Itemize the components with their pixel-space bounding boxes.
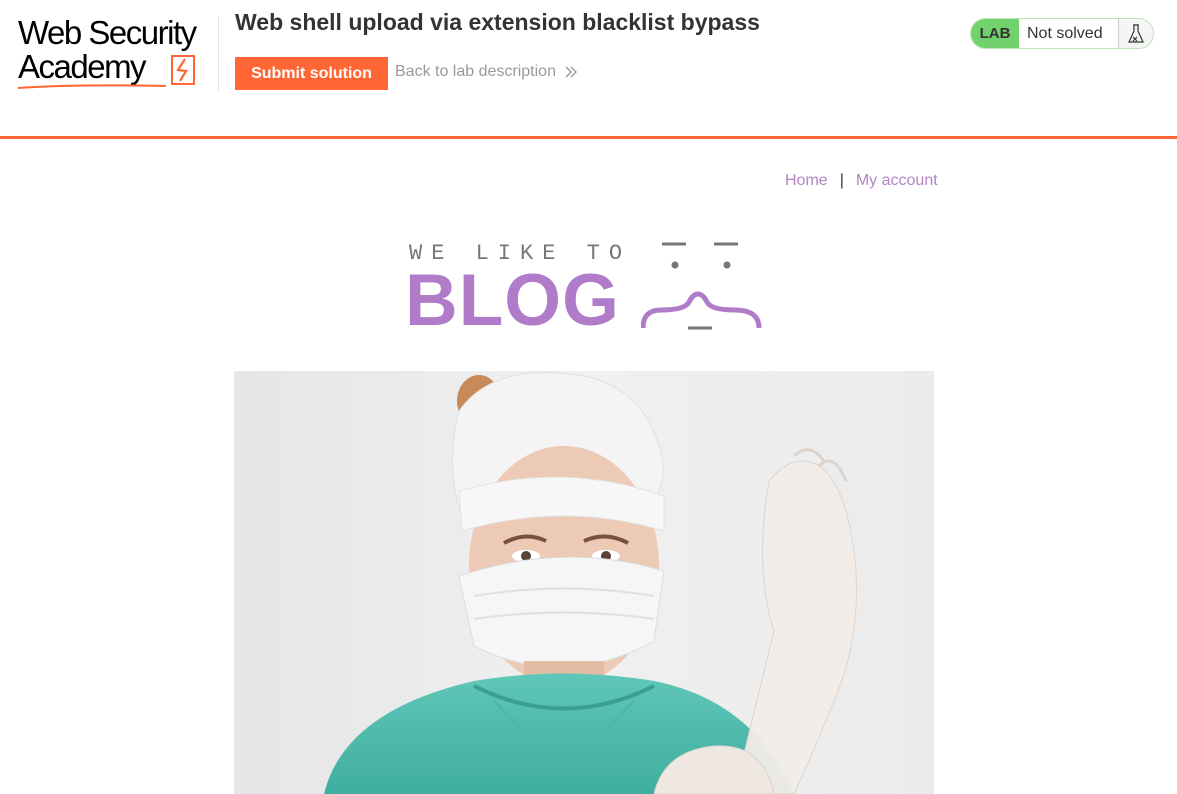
lab-status-text: Not solved bbox=[1027, 24, 1103, 42]
back-link-label: Back to lab description bbox=[395, 63, 556, 80]
surgeon-photo bbox=[234, 371, 934, 794]
lab-status-widget: LAB Not solved bbox=[970, 18, 1154, 49]
blog-top-nav: Home | My account bbox=[785, 172, 938, 190]
header-orange-rule bbox=[0, 136, 1177, 139]
blog-hero-image bbox=[234, 371, 934, 794]
logo-line1: Web Security bbox=[18, 14, 197, 51]
header-divider bbox=[218, 16, 219, 91]
logo-bolt-icon bbox=[171, 55, 195, 85]
blog-face-icon bbox=[641, 242, 762, 330]
back-to-lab-description-link[interactable]: Back to lab description bbox=[395, 63, 578, 81]
blog-logo[interactable]: WE LIKE TO BLOG bbox=[405, 238, 765, 338]
nav-separator: | bbox=[839, 172, 844, 189]
flask-icon bbox=[1118, 19, 1153, 48]
submit-solution-button[interactable]: Submit solution bbox=[235, 57, 388, 90]
academy-header: Web Security Academy Web shell upload vi… bbox=[0, 0, 1177, 140]
lab-title: Web shell upload via extension blacklist… bbox=[235, 9, 760, 35]
logo-line2: Academy bbox=[18, 48, 147, 85]
blog-wordmark: BLOG bbox=[405, 260, 620, 341]
logo-underline-icon bbox=[17, 84, 167, 89]
my-account-link[interactable]: My account bbox=[856, 172, 938, 190]
lab-badge: LAB bbox=[971, 19, 1019, 48]
double-chevron-right-icon bbox=[565, 66, 577, 78]
web-security-academy-logo[interactable]: Web Security Academy bbox=[16, 16, 216, 90]
home-link[interactable]: Home bbox=[785, 172, 828, 190]
